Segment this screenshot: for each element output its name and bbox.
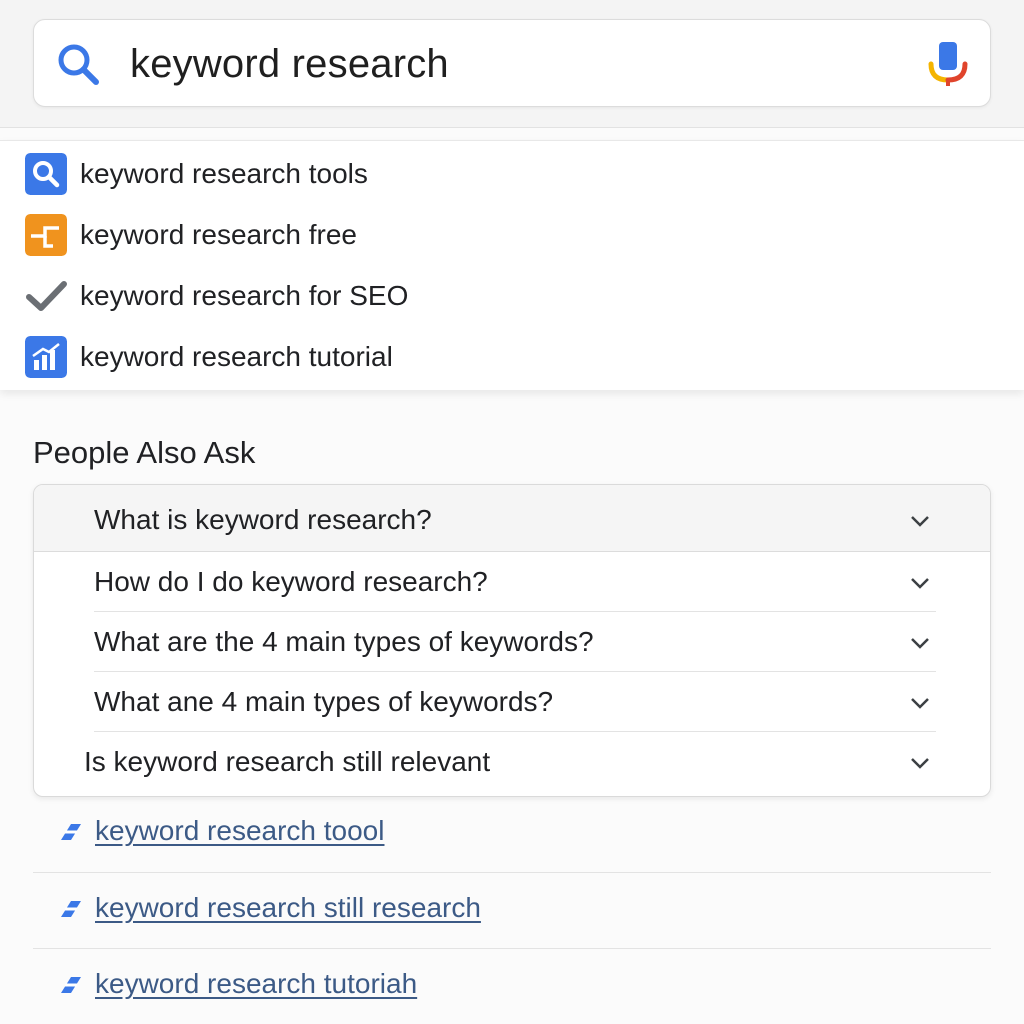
search-icon — [25, 153, 67, 195]
autocomplete-dropdown: keyword research tools keyword research … — [0, 140, 1024, 390]
paa-question[interactable]: How do I do keyword research? — [34, 552, 990, 612]
related-search-item: keyword research toool — [33, 797, 991, 873]
link-icon — [61, 977, 81, 993]
paa-question-text: What is keyword research? — [94, 504, 432, 535]
chevron-down-icon[interactable] — [908, 695, 932, 711]
suggestion-label: keyword research tutorial — [80, 341, 393, 372]
people-also-ask-card: What is keyword research? How do I do ke… — [33, 484, 991, 797]
suggestion-item[interactable]: keyword research tutorial — [0, 326, 1024, 387]
search-box[interactable]: keyword research — [33, 19, 991, 107]
suggestion-item[interactable]: keyword research free — [0, 204, 1024, 265]
related-search-item: keyword research still research — [33, 873, 991, 949]
paa-question[interactable]: Is keyword research still relevant — [34, 732, 990, 792]
chevron-down-icon[interactable] — [908, 635, 932, 651]
paa-question-text: Is keyword research still relevant — [84, 746, 491, 777]
search-header: keyword research — [0, 0, 1024, 128]
flowchart-icon — [25, 214, 67, 256]
paa-question[interactable]: What ane 4 main types of keywords? — [34, 672, 990, 732]
link-icon — [61, 901, 81, 917]
related-search-link[interactable]: keyword research tutoriah — [95, 966, 417, 1002]
checkmark-icon — [26, 281, 67, 311]
search-input[interactable]: keyword research — [130, 42, 449, 86]
search-icon[interactable] — [54, 40, 102, 88]
microphone-icon[interactable] — [926, 40, 970, 88]
related-search-link[interactable]: keyword research toool — [95, 813, 384, 849]
chevron-down-icon[interactable] — [908, 575, 932, 591]
suggestion-label: keyword research free — [80, 219, 358, 250]
suggestion-item[interactable]: keyword research for SEO — [0, 265, 1024, 326]
paa-question-text: What are the 4 main types of keywords? — [94, 626, 594, 657]
bar-chart-icon — [25, 336, 67, 378]
paa-question[interactable]: What are the 4 main types of keywords? — [34, 612, 990, 672]
paa-question-text: What ane 4 main types of keywords? — [94, 686, 554, 717]
related-search-item: keyword research tutoriah — [33, 949, 991, 1024]
link-icon — [61, 824, 81, 840]
chevron-down-icon[interactable] — [908, 513, 932, 529]
chevron-down-icon[interactable] — [908, 755, 932, 771]
suggestion-item[interactable]: keyword research tools — [0, 143, 1024, 204]
people-also-ask-heading: People Also Ask — [33, 435, 256, 470]
suggestion-label: keyword research for SEO — [80, 280, 409, 311]
paa-question-text: How do I do keyword research? — [94, 566, 488, 597]
paa-question[interactable]: What is keyword research? — [34, 485, 990, 552]
search-results-page: keyword research keyword research tools — [0, 0, 1024, 1024]
suggestion-label: keyword research tools — [80, 158, 368, 189]
related-search-link[interactable]: keyword research still research — [95, 890, 481, 926]
